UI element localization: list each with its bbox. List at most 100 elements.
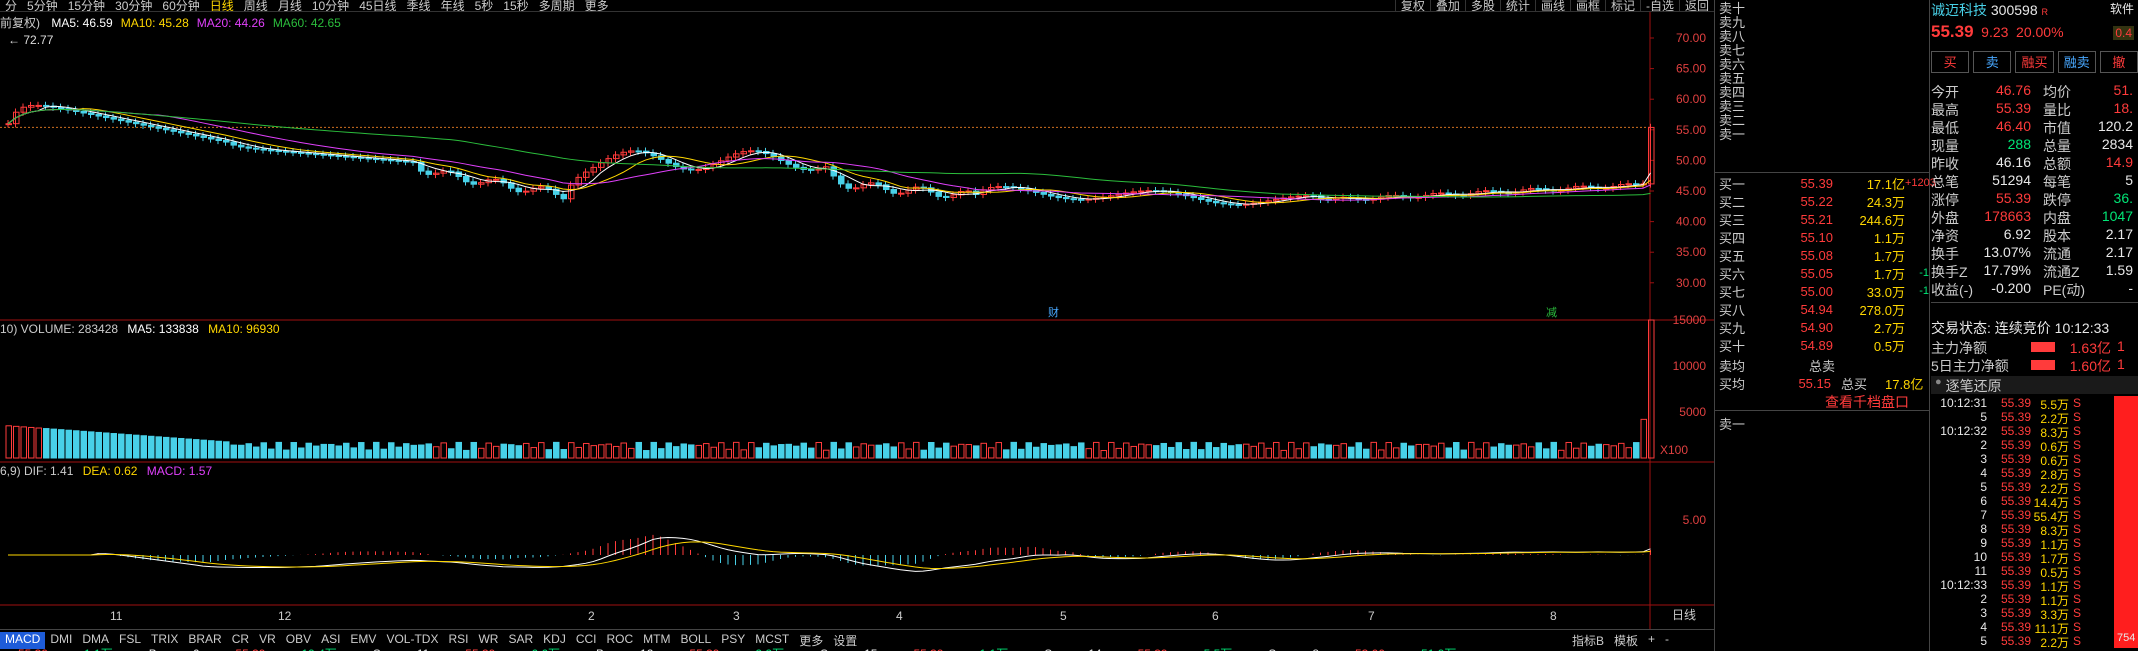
volume-bar xyxy=(725,448,732,459)
quote-panel: 诚迈科技 300598 R 软件 55.39 9.23 20.00% 0.4 买… xyxy=(1931,0,2138,651)
volume-bar xyxy=(1588,445,1595,459)
volume-bar xyxy=(658,448,665,459)
volume-bar xyxy=(373,441,380,459)
price-line: 55.39 9.23 20.00% 0.4 xyxy=(1931,22,2138,42)
bid-volume: 24.3万 xyxy=(1866,194,1905,210)
bid-row[interactable]: 买七 55.00 33.0万 -1 xyxy=(1715,282,1929,300)
tick-volume: 2.2万 xyxy=(2040,482,2069,496)
candle-body xyxy=(1130,191,1137,194)
bid-row[interactable]: 买四 55.10 1.1万 xyxy=(1715,228,1929,246)
candle-body xyxy=(1213,200,1220,204)
bid-row[interactable]: 买二 55.22 24.3万 xyxy=(1715,192,1929,210)
quote-value: 5 xyxy=(2125,172,2133,188)
volume-bar xyxy=(815,441,822,459)
bid-price: 54.89 xyxy=(1800,337,1833,353)
volume-bar xyxy=(185,438,192,459)
candle-body xyxy=(1528,187,1535,191)
volume-bar xyxy=(838,448,845,459)
candle-body xyxy=(628,150,635,153)
bid-row[interactable]: 买三 55.21 244.6万 xyxy=(1715,210,1929,228)
trade-status: 交易状态: 连续竞价 10:12:33 xyxy=(1931,320,2110,336)
volume-bar xyxy=(133,434,140,459)
action-button-1[interactable]: 卖 xyxy=(1973,51,2012,73)
quote-label: 总额 xyxy=(2043,156,2071,172)
candle-body xyxy=(343,155,350,158)
volume-bar xyxy=(313,445,320,459)
action-button-3[interactable]: 融卖 xyxy=(2057,51,2096,73)
volume-bar xyxy=(1130,445,1137,459)
tick-price: 55.39 xyxy=(2000,620,2031,634)
main-flow-value: 1.63亿 xyxy=(2069,340,2111,356)
bid-row[interactable]: 买六 55.05 1.7万 -1 xyxy=(1715,264,1929,282)
candle-body xyxy=(1288,196,1295,199)
volume-bar xyxy=(958,443,965,459)
tick-side: S xyxy=(2072,522,2081,536)
candle-body xyxy=(1040,191,1047,195)
candle-body xyxy=(598,162,605,168)
bid-row[interactable]: 买一 55.39 17.1亿 +1203 xyxy=(1715,174,1936,192)
ask-row[interactable]: 卖一 xyxy=(1715,126,1929,142)
candle-body xyxy=(238,144,245,148)
candle-body xyxy=(950,194,957,198)
volume-bar xyxy=(1310,446,1317,459)
candle-body xyxy=(268,149,275,152)
ticks-header[interactable]: ● 逐笔还原 xyxy=(1931,376,2138,394)
volume-bar xyxy=(1055,444,1062,459)
avg-sell-row: 卖均 总卖 xyxy=(1715,356,1929,374)
quote-row: 外盘 178663 内盘 1047 xyxy=(1931,208,2138,226)
volume-bar xyxy=(650,441,657,459)
candle-body xyxy=(1205,199,1212,202)
candle-body xyxy=(305,152,312,155)
volume-bar xyxy=(695,444,702,459)
bid-price: 55.22 xyxy=(1800,193,1833,209)
tick-side: S xyxy=(2072,480,2081,494)
quote-row: 换手Z 17.79% 流通Z 1.59 xyxy=(1931,262,2138,280)
volume-bar xyxy=(1183,449,1190,459)
bid-row[interactable]: 买五 55.08 1.7万 xyxy=(1715,246,1929,264)
candle-body xyxy=(388,159,395,162)
ticker-item: S xyxy=(1044,647,1052,651)
action-button-0[interactable]: 买 xyxy=(1931,51,1970,73)
quote-value: 2834 xyxy=(2101,136,2133,152)
candle-body xyxy=(568,184,575,200)
bid-row[interactable]: 买十 54.89 0.5万 xyxy=(1715,336,1929,354)
volume-bar xyxy=(170,437,177,459)
quote-label: 跌停 xyxy=(2043,192,2071,208)
ticker-item: 5.5万 xyxy=(1204,647,1233,651)
tick-volume: 3.3万 xyxy=(2040,608,2069,622)
volume-bar xyxy=(1250,445,1257,459)
tick-side: S xyxy=(2072,592,2081,606)
ticks-header-label: 逐笔还原 xyxy=(1945,378,2002,394)
candle-body xyxy=(335,155,342,158)
tick-price: 55.39 xyxy=(2000,592,2031,606)
volume-bar xyxy=(980,442,987,459)
candle-body xyxy=(538,186,545,189)
bid-row[interactable]: 买九 54.90 2.7万 xyxy=(1715,318,1929,336)
volume-bar xyxy=(448,448,455,459)
ma5-line xyxy=(7,105,1651,205)
bid-row[interactable]: 买八 54.94 278.0万 xyxy=(1715,300,1929,318)
sector-label[interactable]: 软件 xyxy=(2110,0,2134,17)
volume-bar xyxy=(1145,444,1152,459)
bid-label: 买一 xyxy=(1719,176,1746,192)
action-button-4[interactable]: 撤 xyxy=(2099,51,2138,73)
price-tick-label: 35.00 xyxy=(1676,245,1706,259)
view-depth-link[interactable]: 查看千档盘口 xyxy=(1825,392,1909,412)
action-button-2[interactable]: 融买 xyxy=(2015,51,2054,73)
candle-body xyxy=(140,123,147,126)
quote-value: 2.17 xyxy=(2105,244,2133,260)
candle-body xyxy=(260,148,267,151)
ticker-item: 1.1万 xyxy=(84,647,113,651)
volume-bar xyxy=(830,441,837,459)
price-tick-label: 50.00 xyxy=(1676,153,1706,167)
tick-time: 4 xyxy=(1980,620,1987,634)
volume-bar xyxy=(380,448,387,459)
volume-bar xyxy=(365,449,372,459)
candle-body xyxy=(793,163,800,168)
kline-chart[interactable]: 70.0065.0060.0055.0050.0045.0040.0035.00… xyxy=(0,0,1714,629)
candle-body xyxy=(425,170,432,175)
avg-buy-label: 买均 xyxy=(1719,376,1746,392)
candle-body xyxy=(43,104,50,107)
candle-body xyxy=(1618,183,1625,188)
tick-price: 55.39 xyxy=(2000,578,2031,592)
